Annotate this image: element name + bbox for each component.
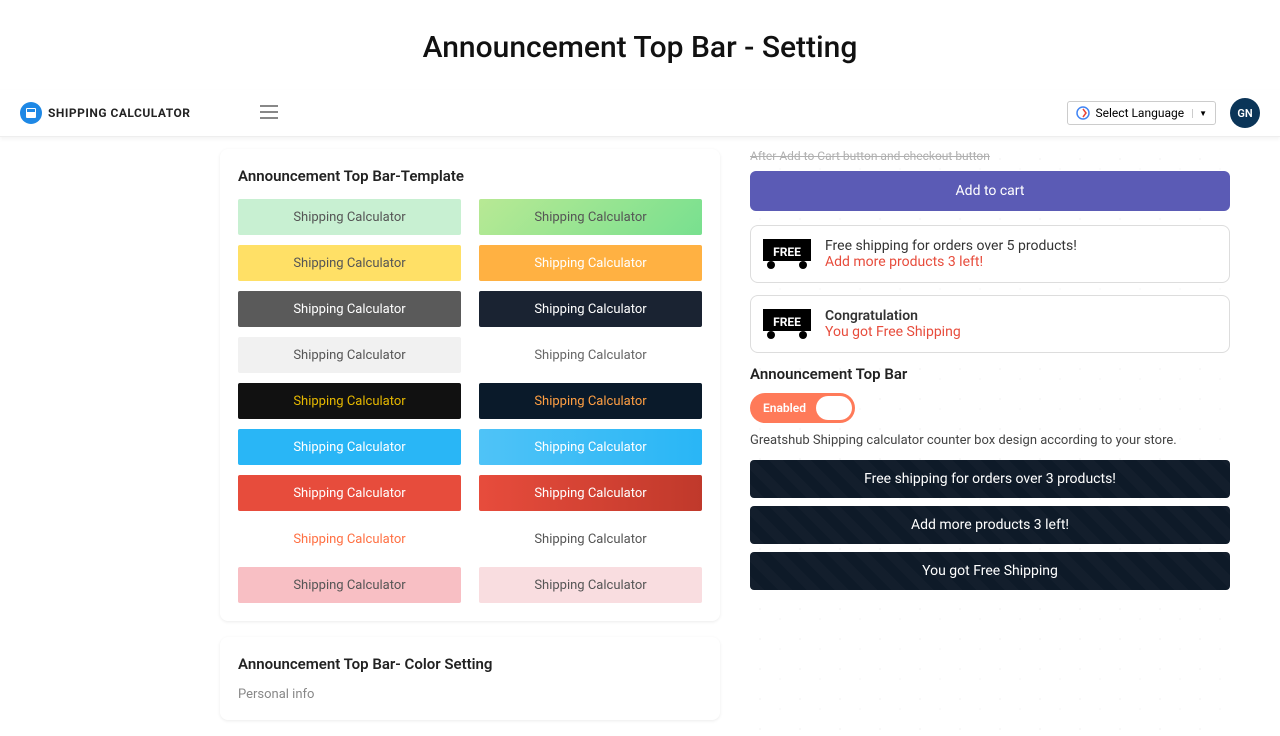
template-option[interactable]: Shipping Calculator <box>479 291 702 327</box>
calculator-icon <box>20 102 42 124</box>
congrats-line1: Congratulation <box>825 308 961 324</box>
truncated-heading: After Add to Cart button and checkout bu… <box>750 149 1230 163</box>
toggle-description: Greatshub Shipping calculator counter bo… <box>750 433 1230 448</box>
template-option[interactable]: Shipping Calculator <box>479 337 702 373</box>
template-option[interactable]: Shipping Calculator <box>238 567 461 603</box>
enabled-toggle[interactable]: Enabled <box>750 393 855 423</box>
announcement-section-label: Announcement Top Bar <box>750 365 1230 383</box>
avatar[interactable]: GN <box>1230 98 1260 128</box>
template-option[interactable]: Shipping Calculator <box>238 429 461 465</box>
template-option[interactable]: Shipping Calculator <box>479 567 702 603</box>
template-option[interactable]: Shipping Calculator <box>238 199 461 235</box>
color-setting-card: Announcement Top Bar- Color Setting Pers… <box>220 637 720 720</box>
free-shipping-success-box: FREE Congratulation You got Free Shippin… <box>750 295 1230 353</box>
brand-name: Shipping Calculator <box>48 106 190 120</box>
right-column: After Add to Cart button and checkout bu… <box>750 149 1230 736</box>
template-option[interactable]: Shipping Calculator <box>479 521 702 557</box>
congrats-line2: You got Free Shipping <box>825 324 961 340</box>
template-option[interactable]: Shipping Calculator <box>238 521 461 557</box>
free-truck-icon: FREE <box>763 309 811 339</box>
preview-bar-1: Free shipping for orders over 3 products… <box>750 460 1230 498</box>
language-selector[interactable]: Select Language ▼ <box>1067 101 1216 125</box>
color-card-subtitle: Personal info <box>238 687 702 702</box>
chevron-down-icon: ▼ <box>1192 109 1207 118</box>
free-shipping-progress-box: FREE Free shipping for orders over 5 pro… <box>750 225 1230 283</box>
template-card-title: Announcement Top Bar-Template <box>238 167 702 185</box>
template-option[interactable]: Shipping Calculator <box>479 383 702 419</box>
template-option[interactable]: Shipping Calculator <box>479 429 702 465</box>
toggle-knob <box>816 396 852 420</box>
brand-logo[interactable]: Shipping Calculator <box>20 102 190 124</box>
template-option[interactable]: Shipping Calculator <box>479 245 702 281</box>
template-option[interactable]: Shipping Calculator <box>479 475 702 511</box>
template-option[interactable]: Shipping Calculator <box>238 475 461 511</box>
template-option[interactable]: Shipping Calculator <box>238 383 461 419</box>
toggle-label: Enabled <box>753 401 816 415</box>
preview-bar-2: Add more products 3 left! <box>750 506 1230 544</box>
menu-icon[interactable] <box>260 104 278 123</box>
topbar: Shipping Calculator Select Language ▼ GN <box>0 90 1280 137</box>
template-option[interactable]: Shipping Calculator <box>479 199 702 235</box>
template-option[interactable]: Shipping Calculator <box>238 337 461 373</box>
template-card: Announcement Top Bar-Template Shipping C… <box>220 149 720 621</box>
free-box-line1: Free shipping for orders over 5 products… <box>825 238 1077 254</box>
google-icon <box>1076 106 1090 120</box>
template-option[interactable]: Shipping Calculator <box>238 245 461 281</box>
template-option[interactable]: Shipping Calculator <box>238 291 461 327</box>
preview-bar-3: You got Free Shipping <box>750 552 1230 590</box>
color-card-title: Announcement Top Bar- Color Setting <box>238 655 702 673</box>
language-label: Select Language <box>1096 106 1185 120</box>
free-truck-icon: FREE <box>763 239 811 269</box>
page-title: Announcement Top Bar - Setting <box>0 0 1280 90</box>
template-grid: Shipping Calculator Shipping Calculator … <box>238 199 702 603</box>
content: Announcement Top Bar-Template Shipping C… <box>0 137 1280 736</box>
left-column: Announcement Top Bar-Template Shipping C… <box>220 149 720 736</box>
free-box-line2: Add more products 3 left! <box>825 254 1077 270</box>
add-to-cart-button[interactable]: Add to cart <box>750 171 1230 211</box>
